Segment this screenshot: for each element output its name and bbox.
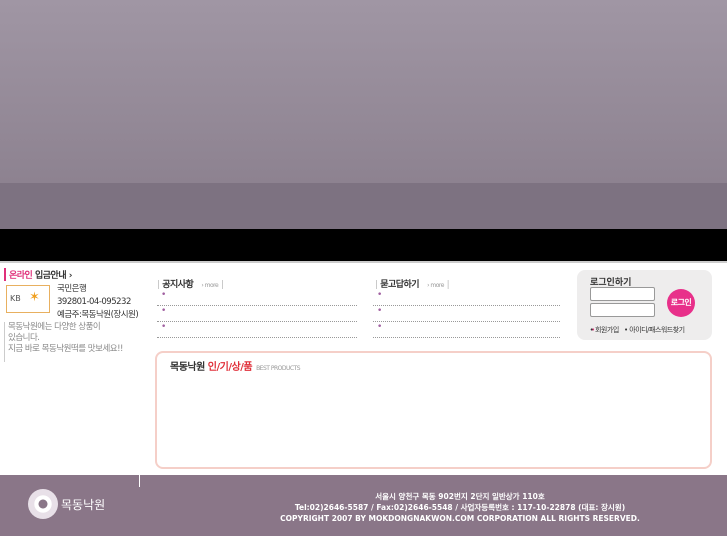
kb-bank-logo: KB ✶ (6, 285, 50, 313)
id-input[interactable] (590, 287, 655, 301)
qna-more-link[interactable]: › more (427, 282, 444, 289)
kb-star-icon: ✶ (29, 290, 40, 305)
qna-item[interactable]: • (373, 322, 560, 338)
nav-bar (0, 229, 727, 261)
notice-item[interactable]: • (157, 290, 357, 306)
join-link[interactable]: • 회원가입 (590, 326, 620, 334)
hero-banner-lower (0, 183, 727, 229)
flower-logo-icon (28, 489, 58, 519)
hero-banner (0, 0, 727, 183)
divider (0, 261, 727, 263)
footer-logo: 목동낙원 (28, 489, 105, 519)
bank-info: 국민은행 392801-04-095232 예금주:목동낙원(장시원) (57, 284, 139, 320)
best-products-title: 목동낙원 인/기/상/품 BEST PRODUCTS (170, 362, 301, 373)
find-account-link[interactable]: • 아이디/패스워드찾기 (624, 326, 685, 334)
footer-info: 서울시 양천구 목동 902번지 2단지 일반상가 110호 Tel:02)26… (280, 492, 640, 523)
best-products-panel: 목동낙원 인/기/상/품 BEST PRODUCTS (155, 351, 712, 469)
notice-item[interactable]: • (157, 322, 357, 338)
login-button[interactable]: 로그인 (667, 289, 695, 317)
notice-more-link[interactable]: › more (201, 282, 218, 289)
qna-item[interactable]: • (373, 306, 560, 322)
notice-header: | 공지사항 › more | (157, 280, 224, 290)
bank-message: 목동낙원에는 다양한 상품이 있습니다. 지금 바로 목동낙원떡를 맛보세요!! (4, 322, 123, 362)
qna-header: | 묻고답하기 › more | (375, 280, 450, 290)
footer: 목동낙원 서울시 양천구 목동 902번지 2단지 일반상가 110호 Tel:… (0, 475, 727, 536)
password-input[interactable] (590, 303, 655, 317)
login-box: 로그인하기 로그인 •• 회원가입 • 아이디/패스워드찾기 (577, 270, 712, 340)
notice-item[interactable]: • (157, 306, 357, 322)
bank-section-title: 온라인 입금안내 › (4, 268, 72, 281)
qna-item[interactable]: • (373, 290, 560, 306)
